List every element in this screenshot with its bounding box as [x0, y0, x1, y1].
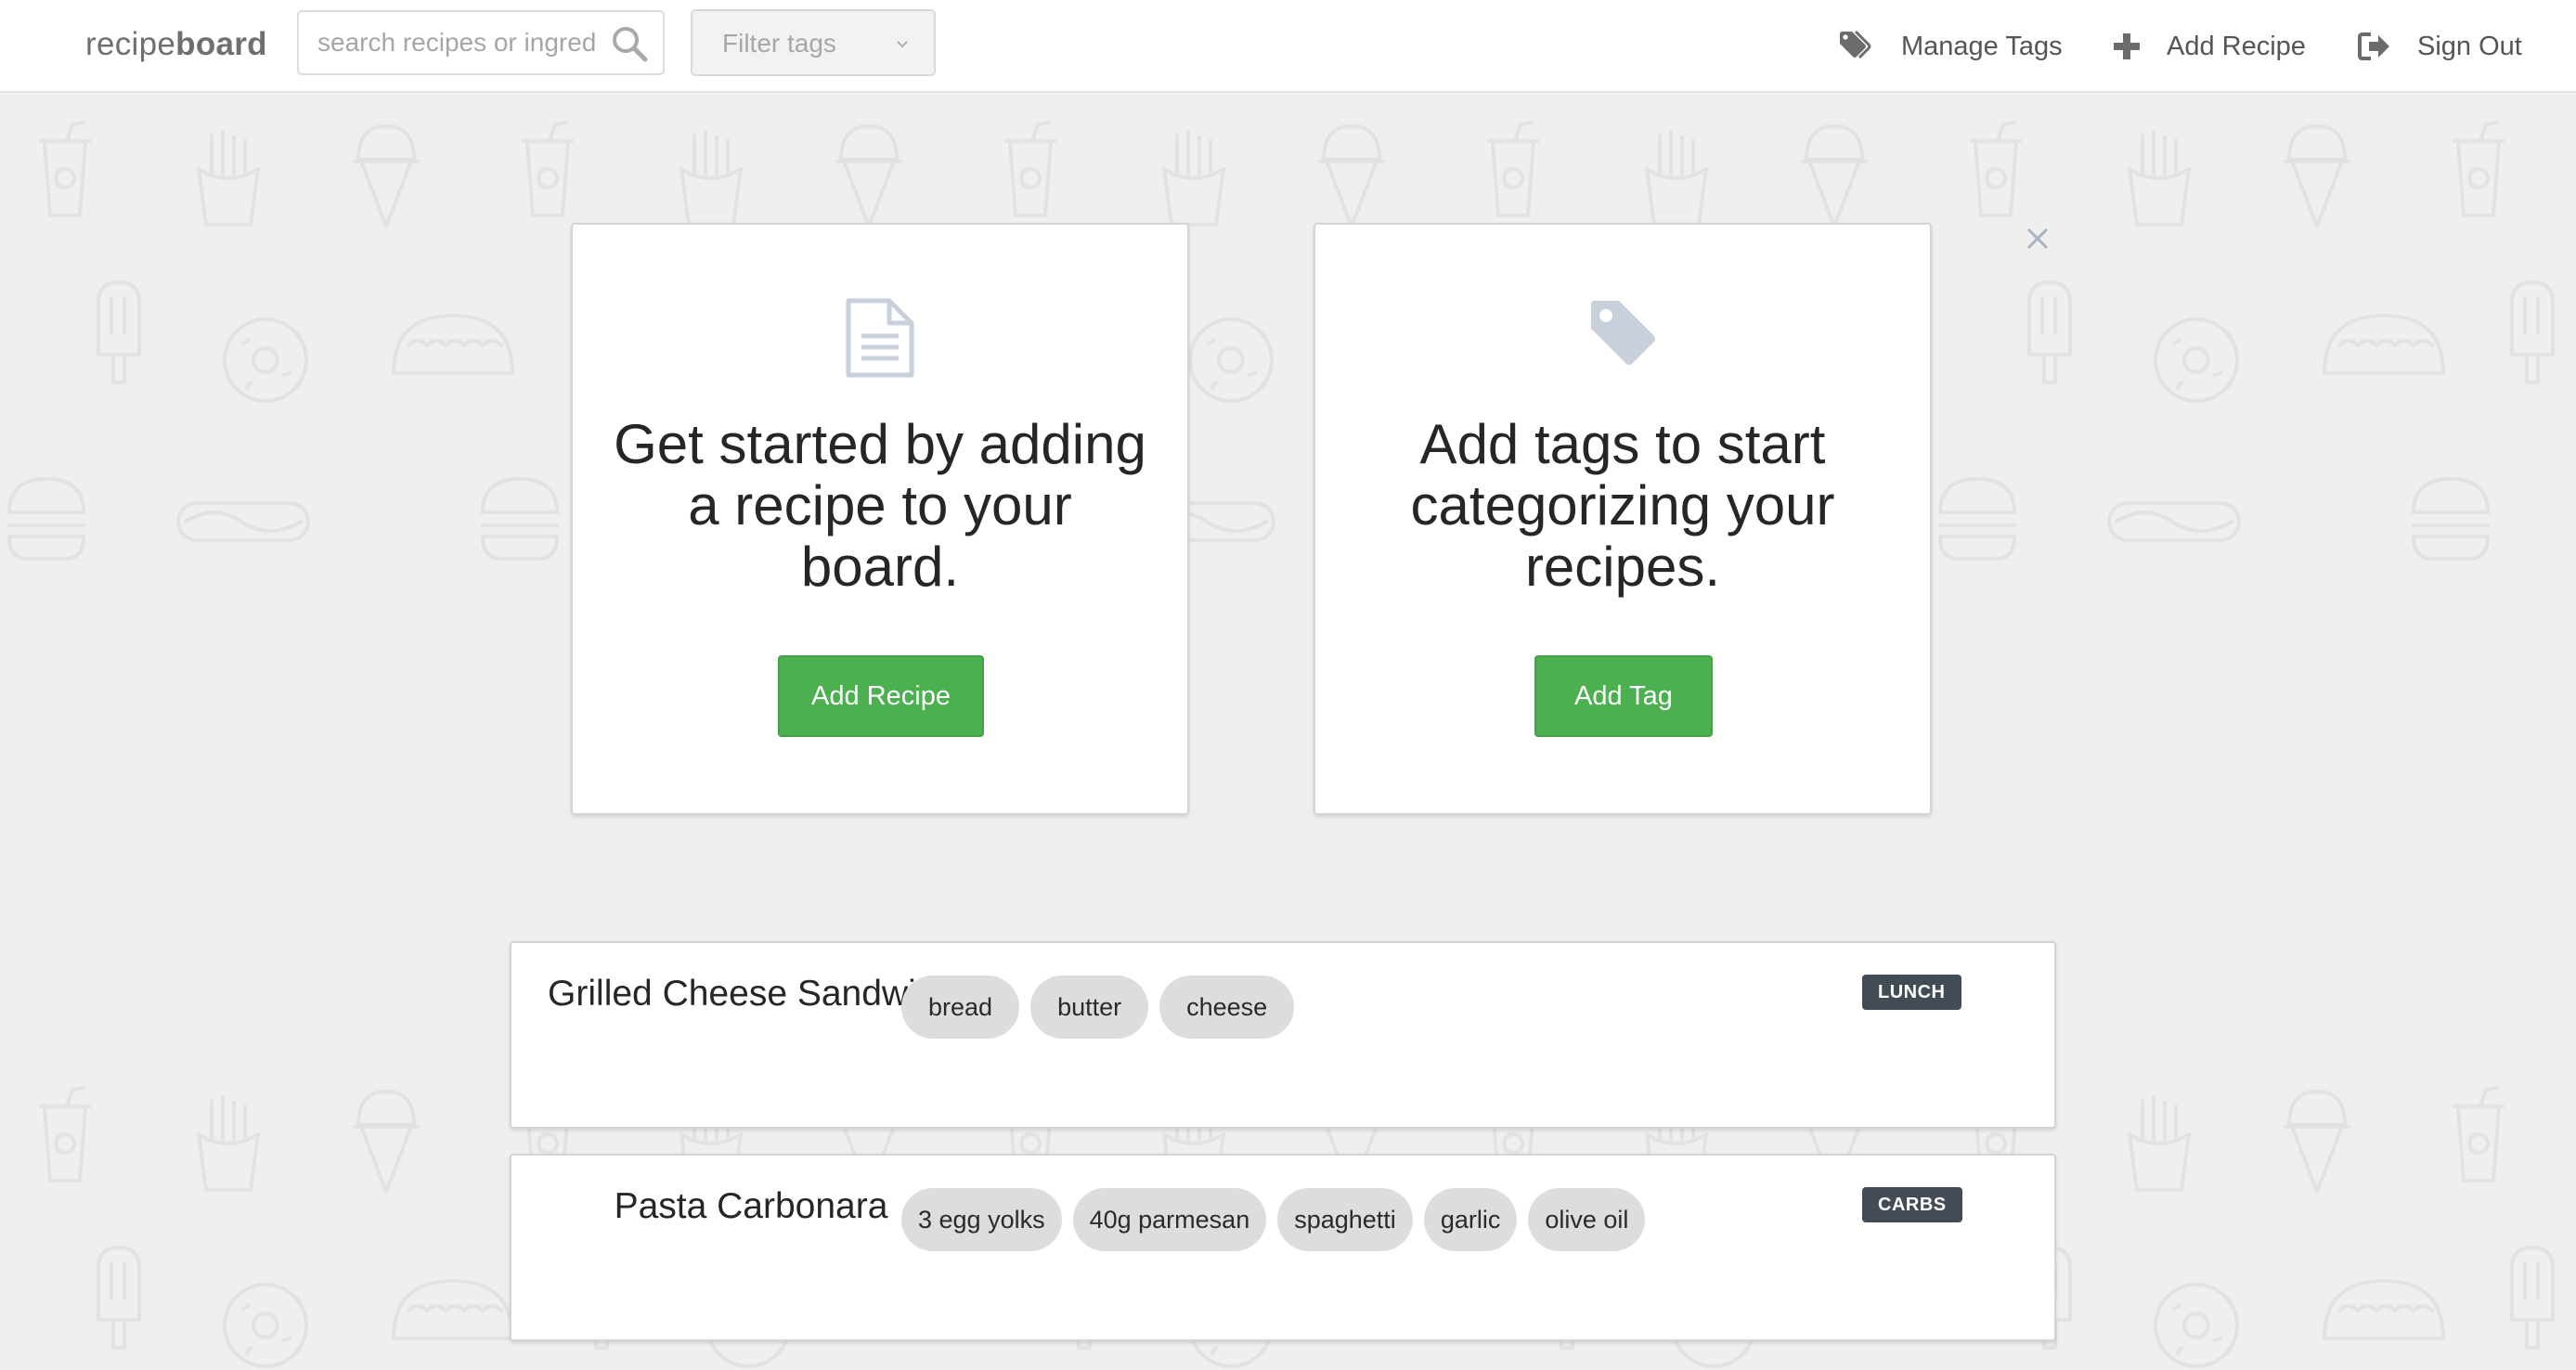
add-recipe-link[interactable]: Add Recipe	[2113, 28, 2306, 65]
manage-tags-label: Manage Tags	[1901, 31, 2063, 61]
ingredient-chip: butter	[1030, 976, 1149, 1039]
logo-text-bold: board	[175, 26, 267, 62]
close-icon[interactable]	[2024, 225, 2052, 252]
manage-tags-link[interactable]: Manage Tags	[1838, 28, 2063, 65]
recipe-card[interactable]: Grilled Cheese Sandwich bread butter che…	[510, 941, 2056, 1129]
logo-text-regular: recipe	[85, 26, 176, 62]
ingredient-list: 3 egg yolks 40g parmesan spaghetti garli…	[901, 1188, 1656, 1251]
ingredient-chip: cheese	[1159, 976, 1295, 1039]
ingredient-chip: bread	[901, 976, 1020, 1039]
ingredient-chip: spaghetti	[1277, 1188, 1413, 1251]
filter-tags-select[interactable]: Filter tags	[691, 9, 936, 76]
recipe-tag-badge[interactable]: CARBS	[1862, 1187, 1962, 1222]
app-logo[interactable]: recipeboard	[85, 26, 267, 63]
ingredient-list: bread butter cheese	[901, 976, 1305, 1039]
add-tag-message: Add tags to start categorizing your reci…	[1410, 413, 1835, 598]
ingredient-chip: 3 egg yolks	[901, 1188, 1062, 1251]
sign-out-link[interactable]: Sign Out	[2358, 28, 2522, 65]
add-tag-onboarding-card: Add tags to start categorizing your reci…	[1314, 223, 1932, 815]
top-navbar: recipeboard Filter tags Manage Tags Add …	[0, 0, 2576, 93]
ingredient-chip: olive oil	[1528, 1188, 1646, 1251]
add-tag-button[interactable]: Add Tag	[1534, 655, 1713, 737]
search-input[interactable]	[317, 23, 596, 62]
recipe-card[interactable]: Pasta Carbonara 3 egg yolks 40g parmesan…	[510, 1154, 2056, 1341]
ingredient-chip: garlic	[1423, 1188, 1518, 1251]
chevron-down-icon	[897, 41, 908, 48]
recipe-tag-badge[interactable]: LUNCH	[1862, 975, 1961, 1010]
add-recipe-onboarding-card: Get started by adding a recipe to your b…	[571, 223, 1189, 815]
ingredient-chip: 40g parmesan	[1072, 1188, 1267, 1251]
filter-tags-placeholder: Filter tags	[722, 29, 836, 58]
tag-icon	[1591, 301, 1655, 365]
add-recipe-button[interactable]: Add Recipe	[778, 655, 984, 737]
search-box	[297, 10, 665, 75]
add-recipe-label: Add Recipe	[2167, 31, 2306, 61]
sign-out-label: Sign Out	[2417, 31, 2522, 61]
search-icon[interactable]	[611, 25, 648, 62]
document-icon	[846, 298, 914, 378]
plus-icon	[2114, 33, 2140, 59]
tags-icon	[1840, 31, 1871, 59]
sign-out-icon	[2358, 32, 2389, 60]
add-recipe-message: Get started by adding a recipe to your b…	[614, 413, 1146, 598]
